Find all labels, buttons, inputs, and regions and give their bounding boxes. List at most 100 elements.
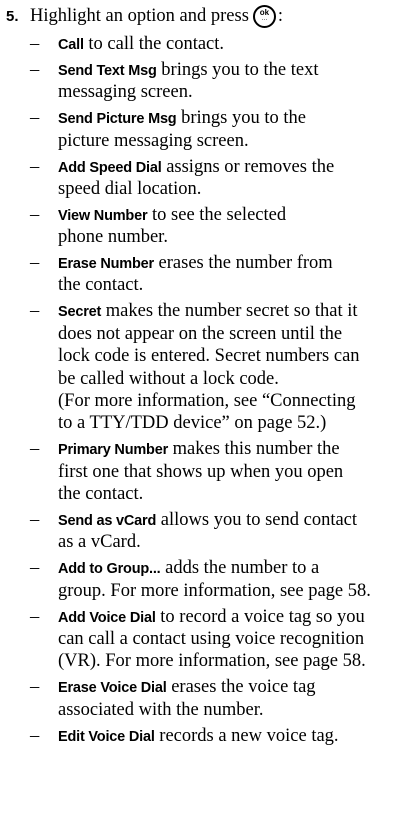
step-trailing: : — [277, 5, 284, 26]
option-line: associated with the number. — [58, 699, 388, 721]
option-description: be called without a lock code. — [58, 368, 279, 389]
option-description: adds the number to a — [165, 558, 320, 579]
option-description: the contact. — [58, 484, 144, 505]
option-text: Send as vCard allows you to send contact… — [58, 509, 388, 554]
option-line: the contact. — [58, 483, 388, 505]
option-description: to a TTY/TDD device” on page 52.) — [58, 413, 327, 434]
list-dash: – — [30, 108, 40, 129]
option-text: View Number to see the selected phone num… — [58, 204, 388, 249]
list-dash: – — [30, 34, 40, 54]
list-dash: – — [30, 725, 40, 746]
option-description: the contact. — [58, 275, 144, 296]
option-term: Add Speed Dial — [58, 159, 162, 176]
option-line: Add Speed Dial assigns or removes the — [58, 156, 388, 178]
option-term: Erase Number — [58, 256, 154, 273]
option-term: View Number — [58, 207, 148, 224]
list-dash: – — [30, 301, 40, 322]
option-text: Primary Number makes this number the firs… — [58, 438, 388, 505]
option-line: View Number to see the selected — [58, 204, 388, 226]
option-description: messaging screen. — [58, 82, 193, 103]
list-dash: – — [30, 558, 40, 579]
option-line: Send Text Msg brings you to the text — [58, 59, 388, 81]
option-line: to a TTY/TDD device” on page 52.) — [58, 412, 388, 434]
list-dash: – — [30, 606, 40, 627]
option-line: group. For more information, see page 58… — [58, 580, 388, 602]
option-description: brings you to the — [181, 108, 306, 129]
option-description: to see the selected — [152, 204, 287, 225]
option-description: makes the number secret so that it — [105, 301, 358, 322]
option-line: picture messaging screen. — [58, 130, 388, 152]
option-line: lock code is entered. Secret numbers can — [58, 345, 388, 367]
option-line: can call a contact using voice recogniti… — [58, 628, 388, 650]
option-description: erases the number from — [158, 253, 333, 274]
list-dash: – — [30, 156, 40, 177]
option-description: brings you to the text — [161, 59, 319, 80]
option-text: Call to call the contact. — [58, 33, 388, 55]
option-line: as a vCard. — [58, 531, 388, 553]
option-line: speed dial location. — [58, 178, 388, 200]
list-dash: – — [30, 439, 40, 460]
option-text: Secret makes the number secret so that i… — [58, 300, 388, 434]
option-text: Erase Number erases the number from the c… — [58, 252, 388, 297]
option-term: Edit Voice Dial — [58, 728, 155, 745]
option-line: (VR). For more information, see page 58. — [58, 650, 388, 672]
option-text: Add Speed Dial assigns or removes the spe… — [58, 156, 388, 201]
list-dash: – — [30, 253, 40, 274]
option-line: Call to call the contact. — [58, 33, 388, 55]
option-term: Add Voice Dial — [58, 609, 156, 626]
option-description: first one that shows up when you open — [58, 461, 344, 482]
list-dash: – — [30, 510, 40, 530]
list-dash: – — [30, 59, 40, 80]
option-text: Add to Group... adds the number to a grou… — [58, 557, 388, 602]
option-description: erases the voice tag — [171, 677, 316, 698]
ok-button-label: ok — [259, 7, 270, 17]
option-line: first one that shows up when you open — [58, 461, 388, 483]
option-line: Edit Voice Dial records a new voice tag. — [58, 725, 388, 747]
option-line: Send Picture Msg brings you to the — [58, 107, 388, 129]
option-description: (For more information, see “Connecting — [58, 390, 356, 411]
option-line: Primary Number makes this number the — [58, 438, 388, 460]
option-term: Erase Voice Dial — [58, 680, 167, 697]
option-line: Add to Group... adds the number to a — [58, 557, 388, 579]
option-description: picture messaging screen. — [58, 130, 249, 151]
option-line: phone number. — [58, 226, 388, 248]
option-text: Add Voice Dial to record a voice tag so … — [58, 606, 388, 673]
option-line: messaging screen. — [58, 81, 388, 103]
option-description: to record a voice tag so you — [160, 606, 365, 627]
option-term: Send Text Msg — [58, 62, 157, 79]
option-line: Secret makes the number secret so that i… — [58, 300, 388, 322]
list-dash: – — [30, 677, 40, 698]
step-instruction: 5. Highlight an option and press ok ··· … — [6, 0, 283, 32]
option-text: Edit Voice Dial records a new voice tag. — [58, 725, 388, 747]
option-line: Erase Number erases the number from — [58, 252, 388, 274]
option-line: does not appear on the screen until the — [58, 323, 388, 345]
option-description: phone number. — [58, 227, 168, 248]
option-description: assigns or removes the — [166, 156, 335, 177]
option-text: Send Text Msg brings you to the text mess… — [58, 59, 388, 104]
option-description: lock code is entered. Secret numbers can — [58, 346, 360, 367]
option-description: records a new voice tag. — [159, 725, 339, 746]
option-term: Primary Number — [58, 442, 169, 459]
option-line: Send as vCard allows you to send contact — [58, 509, 388, 531]
option-term: Send Picture Msg — [58, 111, 177, 128]
ok-button-dots: ··· — [261, 16, 268, 24]
step-text: Highlight an option and press — [30, 5, 249, 26]
option-term: Call — [58, 37, 84, 53]
option-description: does not appear on the screen until the — [58, 323, 343, 344]
option-description: allows you to send contact — [160, 510, 358, 530]
option-term: Send as vCard — [58, 513, 157, 529]
step-number: 5. — [6, 7, 19, 25]
manual-page: 5. Highlight an option and press ok ··· … — [0, 0, 397, 814]
option-text: Erase Voice Dial erases the voice tag ass… — [58, 676, 388, 721]
option-description: speed dial location. — [58, 178, 202, 199]
option-line: the contact. — [58, 274, 388, 296]
option-term: Add to Group... — [58, 561, 161, 578]
option-line: Add Voice Dial to record a voice tag so … — [58, 606, 388, 628]
list-dash: – — [30, 204, 40, 225]
option-description: group. For more information, see page 58… — [58, 580, 371, 601]
option-description: (VR). For more information, see page 58. — [58, 651, 366, 672]
option-term: Secret — [58, 304, 102, 321]
option-text: Send Picture Msg brings you to the pictur… — [58, 107, 388, 152]
option-description: to call the contact. — [88, 34, 225, 54]
option-description: associated with the number. — [58, 699, 264, 720]
